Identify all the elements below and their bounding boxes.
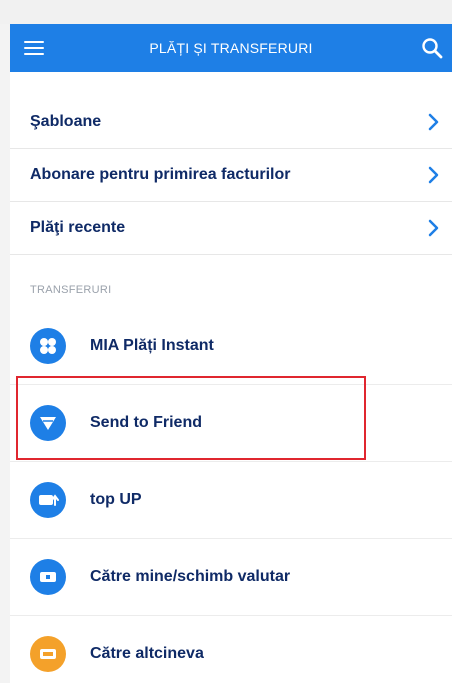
transfer-item-label: Către altcineva (90, 645, 204, 662)
send-to-friend-icon (30, 405, 66, 441)
chevron-right-icon (428, 166, 439, 184)
app-screen: PLĂȚI ȘI TRANSFERURI Şabloane Abonare pe… (10, 24, 452, 683)
transfer-item-label: Send to Friend (90, 414, 202, 431)
transfer-item-top-up[interactable]: top UP (10, 462, 452, 539)
screen-margin (0, 0, 452, 24)
menu-item-label: Abonare pentru primirea facturilor (30, 166, 291, 183)
transfer-item-mia-instant[interactable]: MIA Plăți Instant (10, 308, 452, 385)
mia-instant-icon (30, 328, 66, 364)
transfers-list: MIA Plăți Instant Send to Friend top UP (10, 308, 452, 683)
top-bar: PLĂȚI ȘI TRANSFERURI (10, 24, 452, 72)
payments-menu: Şabloane Abonare pentru primirea facturi… (10, 96, 452, 255)
chevron-right-icon (428, 219, 439, 237)
transfer-item-send-to-friend[interactable]: Send to Friend (10, 385, 452, 462)
page-title: PLĂȚI ȘI TRANSFERURI (149, 40, 313, 56)
section-header-transfers: TRANSFERURI (30, 284, 112, 296)
search-icon[interactable] (420, 36, 444, 60)
menu-item-label: Şabloane (30, 113, 102, 130)
transfer-item-label: top UP (90, 491, 142, 508)
transfer-item-someone-else[interactable]: Către altcineva (10, 616, 452, 683)
menu-item-invoice-subscription[interactable]: Abonare pentru primirea facturilor (10, 149, 452, 202)
chevron-right-icon (428, 113, 439, 131)
transfer-item-label: MIA Plăți Instant (90, 337, 214, 354)
menu-item-recent-payments[interactable]: Plăţi recente (10, 202, 452, 255)
transfer-item-own-accounts-exchange[interactable]: Către mine/schimb valutar (10, 539, 452, 616)
top-up-icon (30, 482, 66, 518)
transfer-other-icon (30, 636, 66, 672)
menu-item-sabloane[interactable]: Şabloane (10, 96, 452, 149)
menu-item-label: Plăţi recente (30, 219, 126, 236)
transfer-item-label: Către mine/schimb valutar (90, 568, 291, 585)
exchange-icon (30, 559, 66, 595)
